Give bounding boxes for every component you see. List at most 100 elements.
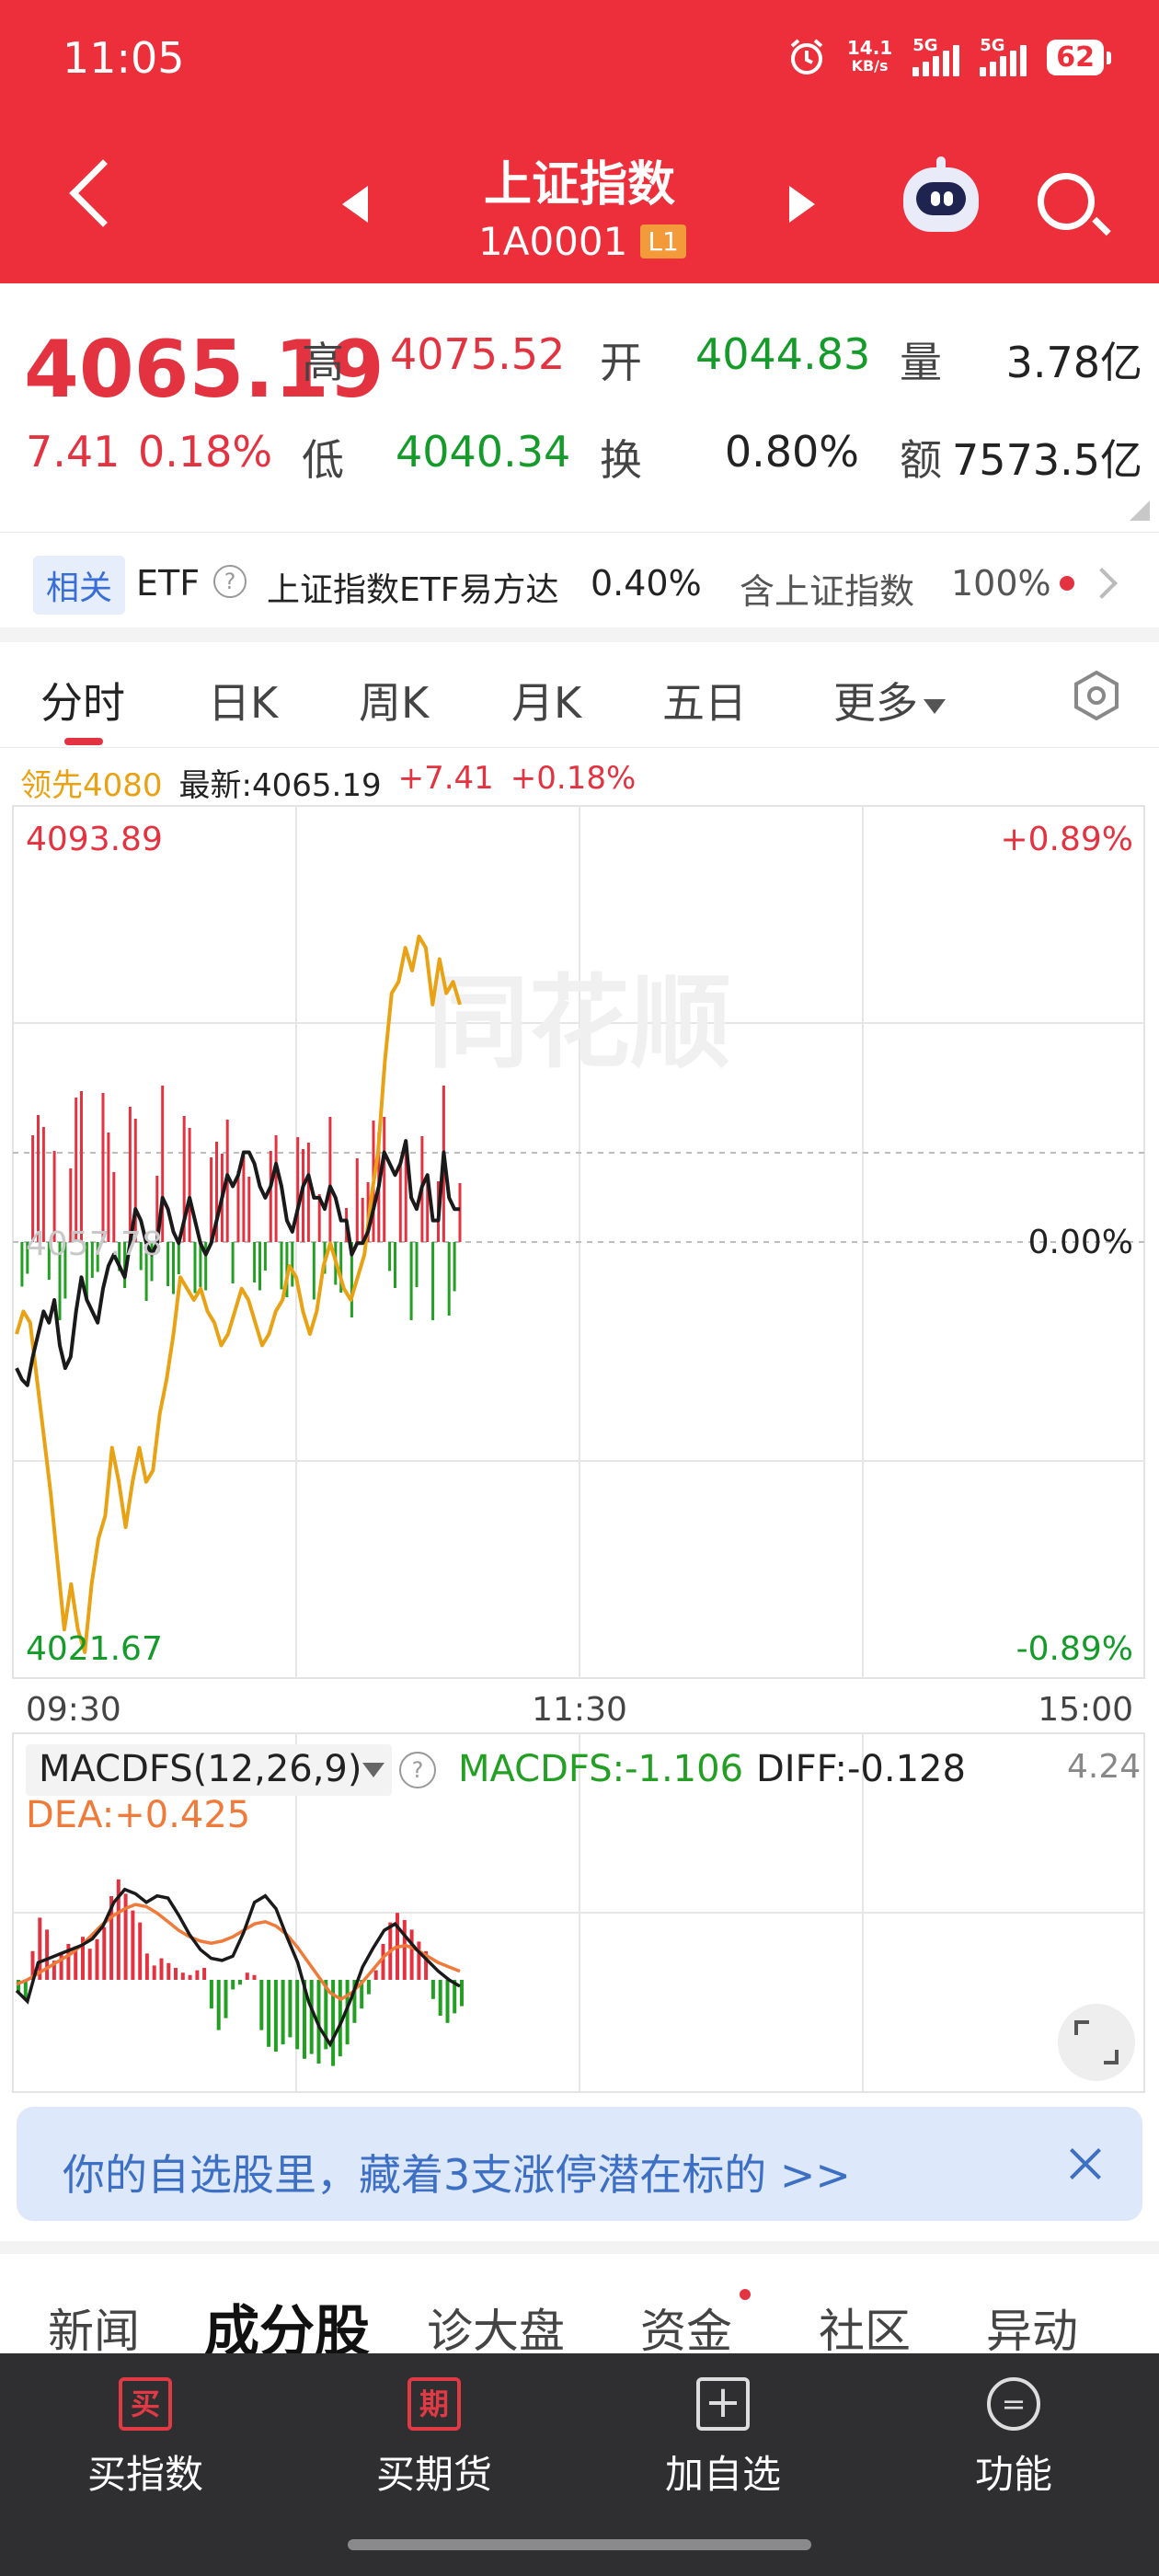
etf-change: 0.40% — [591, 563, 702, 604]
macd-bar — [259, 1980, 264, 2030]
volume-bar — [177, 1242, 180, 1274]
tab-community[interactable]: 社区 — [819, 2294, 911, 2361]
macd-bar — [402, 1920, 407, 1980]
related-etf-row[interactable]: 相关 ETF ? 上证指数ETF易方达 0.40% 含上证指数 100% — [0, 541, 1159, 627]
expand-corner-icon[interactable] — [1130, 500, 1150, 521]
stock-code: 1A0001 L1 — [478, 219, 686, 264]
nav-functions[interactable]: = 功能 — [903, 2377, 1124, 2500]
macd-bar — [231, 1980, 235, 1990]
macdfs-value: MACDFS:-1.106 — [458, 1748, 744, 1790]
volume-bar — [263, 1242, 267, 1271]
macd-bar — [102, 1926, 107, 1980]
notify-dot-icon — [1060, 576, 1074, 591]
code-text: 1A0001 — [478, 219, 628, 264]
close-icon[interactable] — [1065, 2144, 1106, 2184]
amount-label: 额 — [900, 435, 942, 485]
divider — [0, 532, 1159, 533]
etf-holding-label: 含上证指数 — [740, 571, 915, 612]
volume-bar — [394, 1242, 396, 1288]
diff-value: DIFF:-0.128 — [756, 1748, 966, 1790]
macd-bar — [195, 1970, 200, 1980]
search-icon[interactable] — [1038, 173, 1095, 230]
dropdown-icon — [924, 698, 946, 714]
tab-more[interactable]: 更多 — [833, 670, 946, 730]
macd-selector[interactable]: MACDFS(12,26,9) — [26, 1744, 392, 1796]
watermark-text: 同花顺 — [428, 964, 731, 1082]
volume-bar — [328, 1117, 332, 1242]
lead-series-line — [15, 934, 462, 1654]
tab-funds[interactable]: 资金 — [640, 2294, 732, 2361]
robot-assistant-icon[interactable] — [903, 156, 979, 232]
dropdown-icon — [362, 1763, 384, 1777]
home-indicator[interactable] — [348, 2539, 811, 2550]
intraday-chart[interactable]: 同花顺 4093.89 4021.67 +0.89% 0.00% -0.89% … — [0, 800, 1159, 2098]
nav-buy-index[interactable]: 买 买指数 — [35, 2377, 256, 2500]
banner-text[interactable]: 你的自选股里，藏着3支涨停潜在标的 >> — [63, 2142, 851, 2202]
time-start-label: 09:30 — [26, 1691, 121, 1729]
macd-bar — [87, 1949, 92, 1980]
alarm-icon — [790, 39, 823, 75]
volume-bar — [236, 1171, 240, 1242]
next-triangle-icon[interactable] — [789, 186, 815, 223]
level-badge[interactable]: L1 — [640, 224, 686, 259]
macd-bar — [273, 1980, 278, 2052]
quote-panel: 4065.19 7.41 0.18% 高 4075.52 开 4044.83 量… — [0, 283, 1159, 532]
latest-legend: 最新:4065.19 — [178, 767, 382, 804]
volume-bar — [101, 1093, 105, 1242]
macd-bar — [188, 1974, 192, 1980]
etf-name[interactable]: 上证指数ETF易方达 — [267, 563, 558, 611]
futures-icon: 期 — [407, 2377, 461, 2431]
dea-value: DEA:+0.425 — [26, 1794, 251, 1836]
macd-bar — [281, 1980, 285, 2045]
macd-help-icon[interactable]: ? — [399, 1752, 436, 1788]
change-legend: +7.41 — [397, 760, 494, 797]
volume-bar — [37, 1115, 40, 1242]
chevron-right-icon[interactable] — [1086, 568, 1118, 599]
help-icon[interactable]: ? — [213, 565, 247, 598]
tab-news[interactable]: 新闻 — [48, 2294, 140, 2361]
status-icons: 14.1 KB/s 5G 5G 62 — [786, 36, 1111, 77]
tab-anomaly[interactable]: 异动 — [986, 2294, 1078, 2361]
macd-bar — [45, 1929, 50, 1980]
macd-bar — [238, 1980, 242, 1985]
nav-buy-futures[interactable]: 期 买期货 — [324, 2377, 545, 2500]
net-speed: 14.1 KB/s — [846, 37, 893, 75]
open-label: 开 — [600, 338, 642, 387]
tab-diagnosis[interactable]: 诊大盘 — [427, 2294, 565, 2361]
lead-legend: 领先4080 — [20, 767, 163, 804]
macd-bar — [445, 1980, 450, 2023]
price-change-pct: 0.18% — [138, 427, 273, 477]
macd-bar — [366, 1980, 371, 1995]
volume-bar — [280, 1242, 283, 1290]
macd-bar — [417, 1941, 421, 1980]
notify-dot-icon — [740, 2289, 751, 2300]
volume-bar — [231, 1242, 235, 1283]
settings-icon[interactable] — [1071, 670, 1122, 721]
macd-bar — [252, 1974, 257, 1980]
macd-bar — [174, 1968, 178, 1980]
tab-monthly-k[interactable]: 月K — [511, 670, 581, 730]
macd-bar — [224, 1980, 228, 2018]
macd-bar — [430, 1980, 435, 1999]
tab-five-day[interactable]: 五日 — [662, 670, 747, 730]
macd-bar — [288, 1980, 293, 2038]
volume-bar — [128, 1107, 132, 1242]
macd-bar — [209, 1980, 213, 2009]
buy-icon: 买 — [119, 2377, 172, 2431]
volume-bar — [75, 1098, 78, 1242]
volume-bar — [296, 1137, 300, 1242]
tab-daily-k[interactable]: 日K — [208, 670, 278, 730]
promo-banner[interactable]: 你的自选股里，藏着3支涨停潜在标的 >> — [17, 2107, 1142, 2221]
macd-bar — [138, 1922, 143, 1980]
low-label: 低 — [302, 435, 344, 485]
active-tab-indicator — [64, 738, 103, 745]
macd-bar — [438, 1980, 442, 2016]
low-value: 4040.34 — [396, 427, 571, 477]
nav-add-watchlist[interactable]: + 加自选 — [613, 2377, 833, 2500]
chart-period-tabs: 分时 日K 周K 月K 五日 更多 — [0, 644, 1159, 745]
signal-icon-1: 5G — [912, 36, 960, 76]
fullscreen-icon[interactable] — [1058, 2004, 1135, 2081]
tab-weekly-k[interactable]: 周K — [359, 670, 429, 730]
tab-intraday[interactable]: 分时 — [40, 670, 125, 730]
divider — [0, 747, 1159, 748]
